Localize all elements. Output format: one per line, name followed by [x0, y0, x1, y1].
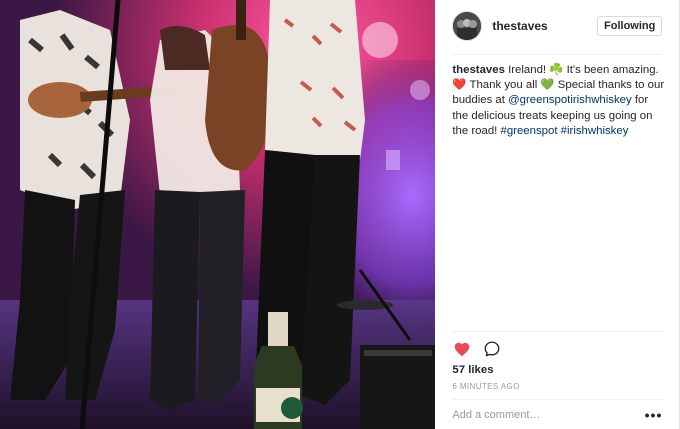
post-photo[interactable] — [0, 0, 436, 429]
hashtag-greenspot[interactable]: #greenspot — [501, 125, 558, 137]
post-caption: thestaves Ireland! ☘️ It's been amazing.… — [452, 63, 664, 139]
post-header: thestaves Following — [452, 10, 663, 42]
avatar[interactable] — [452, 11, 483, 41]
hashtag-irishwhiskey[interactable]: #irishwhiskey — [561, 125, 629, 137]
comment-input[interactable] — [452, 409, 645, 421]
username-link[interactable]: thestaves — [492, 19, 547, 33]
comment-button[interactable] — [482, 339, 502, 359]
following-button[interactable]: Following — [597, 16, 663, 36]
concert-photo — [0, 0, 436, 429]
like-button[interactable] — [452, 339, 472, 359]
comment-row: ••• — [452, 403, 662, 427]
comment-icon — [484, 341, 500, 357]
comment-divider — [452, 399, 663, 400]
avatar-image — [453, 12, 482, 40]
green-heart-emoji: 💚 — [540, 79, 555, 92]
mention-link[interactable]: @greenspotirishwhiskey — [508, 94, 632, 106]
header-divider — [452, 54, 663, 55]
post-actions — [452, 339, 512, 359]
actions-divider — [452, 331, 663, 332]
caption-text-2: It's been amazing. — [563, 64, 659, 76]
post-sidebar: thestaves Following thestaves Ireland! ☘… — [435, 0, 679, 429]
instagram-post: thestaves Following thestaves Ireland! ☘… — [0, 0, 680, 429]
caption-username[interactable]: thestaves — [452, 64, 505, 76]
likes-count[interactable]: 57 likes — [452, 364, 493, 376]
heart-icon — [455, 342, 470, 357]
shamrock-emoji: ☘️ — [549, 64, 564, 76]
more-options-icon[interactable]: ••• — [644, 407, 662, 423]
red-heart-emoji: ❤️ — [452, 79, 467, 92]
caption-text-1: Ireland! — [504, 64, 550, 76]
caption-text-3: Thank you all — [466, 79, 541, 92]
post-timestamp: 6 minutes ago — [452, 382, 520, 391]
